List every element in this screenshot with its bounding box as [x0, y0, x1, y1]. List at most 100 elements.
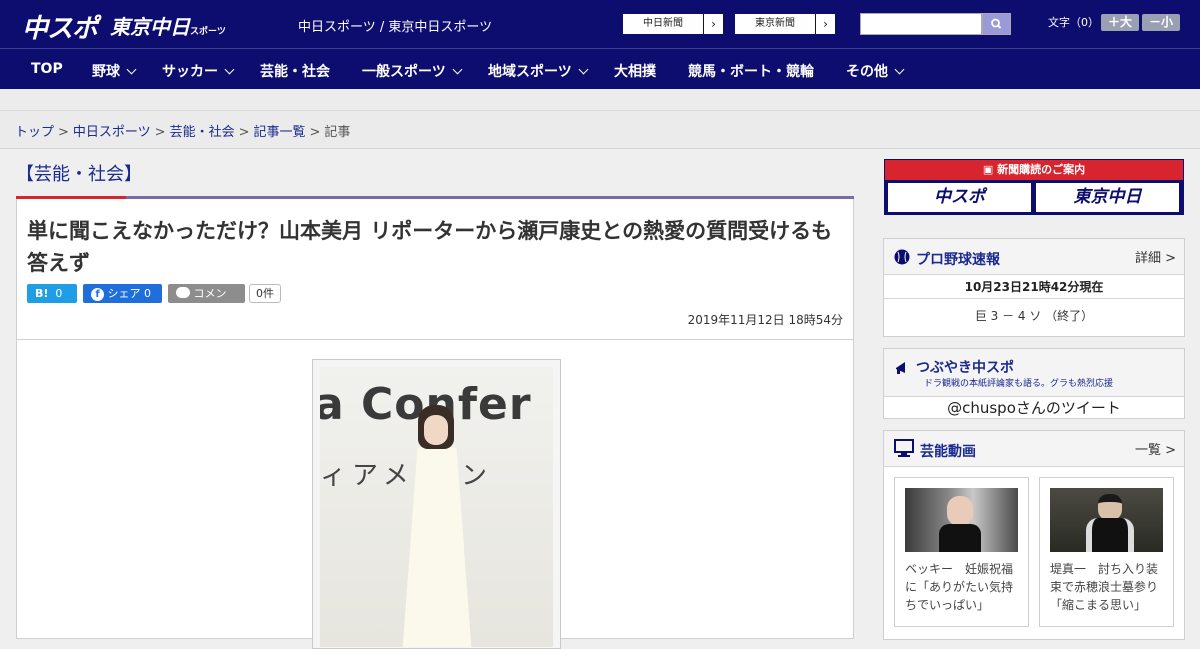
facebook-icon: f [91, 288, 104, 301]
tokyo-chunichi-logo-text: 東京中日 [110, 15, 190, 39]
search-button[interactable] [982, 13, 1011, 35]
video-thumbnail [1050, 488, 1163, 552]
tokyo-chunichi-logo[interactable]: 東京中日スポーツ [110, 11, 226, 43]
chevron-down-icon [452, 64, 463, 75]
nav-item-label: 芸能・社会 [260, 64, 330, 80]
breadcrumb: トップ > 中日スポーツ > 芸能・社会 > 記事一覧 > 記事 [0, 111, 1200, 149]
score-line[interactable]: 巨 3 － 4 ソ （終了） [884, 299, 1184, 335]
breadcrumb-separator: > [58, 125, 69, 140]
thumbnail-figure [947, 496, 973, 526]
chuspo-logo[interactable]: 中スポ [22, 8, 98, 44]
nav-item-sumo[interactable]: 大相撲 [614, 61, 656, 81]
breadcrumb-article-list[interactable]: 記事一覧 [254, 125, 306, 140]
chunichi-newspaper-label: 中日新聞 [643, 18, 683, 29]
tokyo-newspaper-link[interactable]: 東京新聞 › [734, 13, 836, 35]
search-input[interactable] [860, 13, 982, 35]
nav-item-label: 競馬・ボート・競輪 [688, 64, 814, 80]
video-card[interactable]: ベッキー 妊娠祝福に「ありがたい気持ちでいっぱい」 [894, 477, 1029, 627]
article-headline: 単に聞こえなかっただけ？山本美月 リポーターから瀬戸康史との熱愛の質問受けるも答… [27, 219, 833, 275]
nav-item-label: 一般スポーツ [362, 64, 446, 80]
baseball-scores-title: プロ野球速報 [916, 252, 1000, 268]
nav-item-label: TOP [31, 61, 63, 77]
site-name[interactable]: 中日スポーツ / 東京中日スポーツ [298, 16, 492, 35]
video-caption: 堤真一 討ち入り装束で赤穂浪士墓参り「縮こまる思い」 [1050, 562, 1159, 612]
top-header: 中スポ 東京中日スポーツ 中日スポーツ / 東京中日スポーツ 中日新聞 › 東京… [0, 0, 1200, 48]
subscription-banner-label: 新聞購読のご案内 [997, 163, 1086, 176]
thumbnail-figure [1098, 494, 1122, 520]
hatena-bookmark-button[interactable]: B! 0 [27, 284, 77, 303]
ad-strip [0, 89, 1200, 111]
tweet-widget-title: つぶやき中スポ [916, 360, 1014, 376]
breadcrumb-separator: > [154, 125, 166, 140]
nav-item-label: 地域スポーツ [488, 64, 572, 80]
video-thumbnail [905, 488, 1018, 552]
entertainment-video-title: 芸能動画 [920, 444, 976, 460]
hatena-count: 0 [55, 287, 63, 300]
main-nav: TOP 野球 サッカー 芸能・社会 一般スポーツ 地域スポーツ 大相撲 競馬・ボ… [0, 48, 1200, 89]
newspaper-icon: ▣ [982, 163, 994, 176]
breadcrumb-chunichi-sports[interactable]: 中日スポーツ [73, 125, 151, 140]
nav-item-local-sports[interactable]: 地域スポーツ [488, 61, 589, 81]
subscription-banner-title: ▣ 新聞購読のご案内 [885, 160, 1183, 180]
article-date: 2019年11月12日 18時54分 [687, 313, 843, 327]
chevron-down-icon [894, 64, 905, 75]
tokyo-newspaper-label: 東京新聞 [755, 18, 795, 29]
score-timestamp: 10月23日21時42分現在 [884, 275, 1184, 299]
breadcrumb-separator: > [238, 125, 250, 140]
nav-item-entertainment[interactable]: 芸能・社会 [260, 61, 330, 81]
font-smaller-button[interactable]: －小 [1142, 14, 1180, 31]
nav-item-racing[interactable]: 競馬・ボート・競輪 [688, 61, 814, 81]
nav-item-other[interactable]: その他 [846, 61, 905, 81]
font-larger-button[interactable]: ＋大 [1101, 14, 1139, 31]
nav-item-label: その他 [846, 64, 888, 80]
photo-backdrop-text-2: ィアメ レン [320, 461, 493, 491]
category-title: 【芸能・社会】 [16, 164, 142, 185]
tweet-link[interactable]: @chuspoさんのツイート [884, 397, 1184, 419]
chevron-right-icon: › [815, 14, 835, 34]
baseball-scores-header: プロ野球速報 詳細 > [884, 239, 1184, 275]
subscribe-tokyo-chunichi-button[interactable]: 東京中日 [1036, 183, 1179, 212]
nav-item-baseball[interactable]: 野球 [92, 61, 137, 81]
comment-icon [176, 287, 190, 298]
nav-item-soccer[interactable]: サッカー [162, 61, 235, 81]
font-size-label: 文字（0） [1048, 16, 1099, 29]
article-card: 単に聞こえなかっただけ？山本美月 リポーターから瀬戸康史との熱愛の質問受けるも答… [16, 199, 854, 649]
tweet-widget-subtitle: ドラ観戦の本紙評論家も語る。グラも熱烈応援 [924, 379, 1114, 389]
baseball-details-link[interactable]: 詳細 > [1135, 247, 1176, 266]
article-photo-frame: a Confer ィアメ レン [312, 359, 561, 649]
baseball-icon [894, 249, 910, 265]
video-list-link[interactable]: 一覧 > [1135, 439, 1176, 458]
facebook-share-label: シェア 0 [107, 287, 152, 300]
search-icon [991, 18, 1002, 29]
subscription-banner[interactable]: ▣ 新聞購読のご案内 中スポ 東京中日 [884, 159, 1184, 215]
monitor-icon [894, 439, 914, 457]
breadcrumb-current: 記事 [324, 125, 351, 140]
nav-item-general-sports[interactable]: 一般スポーツ [362, 61, 463, 81]
breadcrumb-entertainment[interactable]: 芸能・社会 [170, 125, 235, 140]
subscribe-chuspo-button[interactable]: 中スポ [888, 183, 1031, 212]
nav-item-top[interactable]: TOP [31, 61, 63, 77]
facebook-share-button[interactable]: f シェア 0 [83, 284, 162, 303]
baseball-scores-widget: プロ野球速報 詳細 > 10月23日21時42分現在 巨 3 － 4 ソ （終了… [883, 238, 1185, 337]
hatena-icon: B! [35, 287, 49, 300]
chevron-down-icon [126, 64, 137, 75]
nav-item-label: 大相撲 [614, 64, 656, 80]
nav-item-label: 野球 [92, 64, 120, 80]
entertainment-video-widget: 芸能動画 一覧 > ベッキー 妊娠祝福に「ありがたい気持ちでいっぱい」 堤真一 … [883, 430, 1185, 640]
chevron-down-icon [578, 64, 589, 75]
article-divider [17, 339, 853, 340]
comment-button[interactable]: コメント [168, 284, 245, 319]
entertainment-video-header: 芸能動画 一覧 > [884, 431, 1184, 467]
tweet-widget-header: つぶやき中スポ ドラ観戦の本紙評論家も語る。グラも熱烈応援 [884, 349, 1184, 397]
article-photo[interactable]: a Confer ィアメ レン [320, 367, 553, 647]
tokyo-chunichi-logo-suffix: スポーツ [190, 27, 226, 37]
nav-item-label: サッカー [162, 64, 218, 80]
thumbnail-figure-body [939, 524, 981, 552]
photo-figure-face [424, 415, 448, 445]
chunichi-newspaper-link[interactable]: 中日新聞 › [622, 13, 724, 35]
video-card[interactable]: 堤真一 討ち入り装束で赤穂浪士墓参り「縮こまる思い」 [1039, 477, 1174, 627]
chevron-right-icon: › [703, 14, 723, 34]
breadcrumb-top[interactable]: トップ [15, 125, 54, 140]
tweet-widget: つぶやき中スポ ドラ観戦の本紙評論家も語る。グラも熱烈応援 @chuspoさんの… [883, 348, 1185, 419]
comment-count-badge: 0件 [249, 284, 281, 303]
